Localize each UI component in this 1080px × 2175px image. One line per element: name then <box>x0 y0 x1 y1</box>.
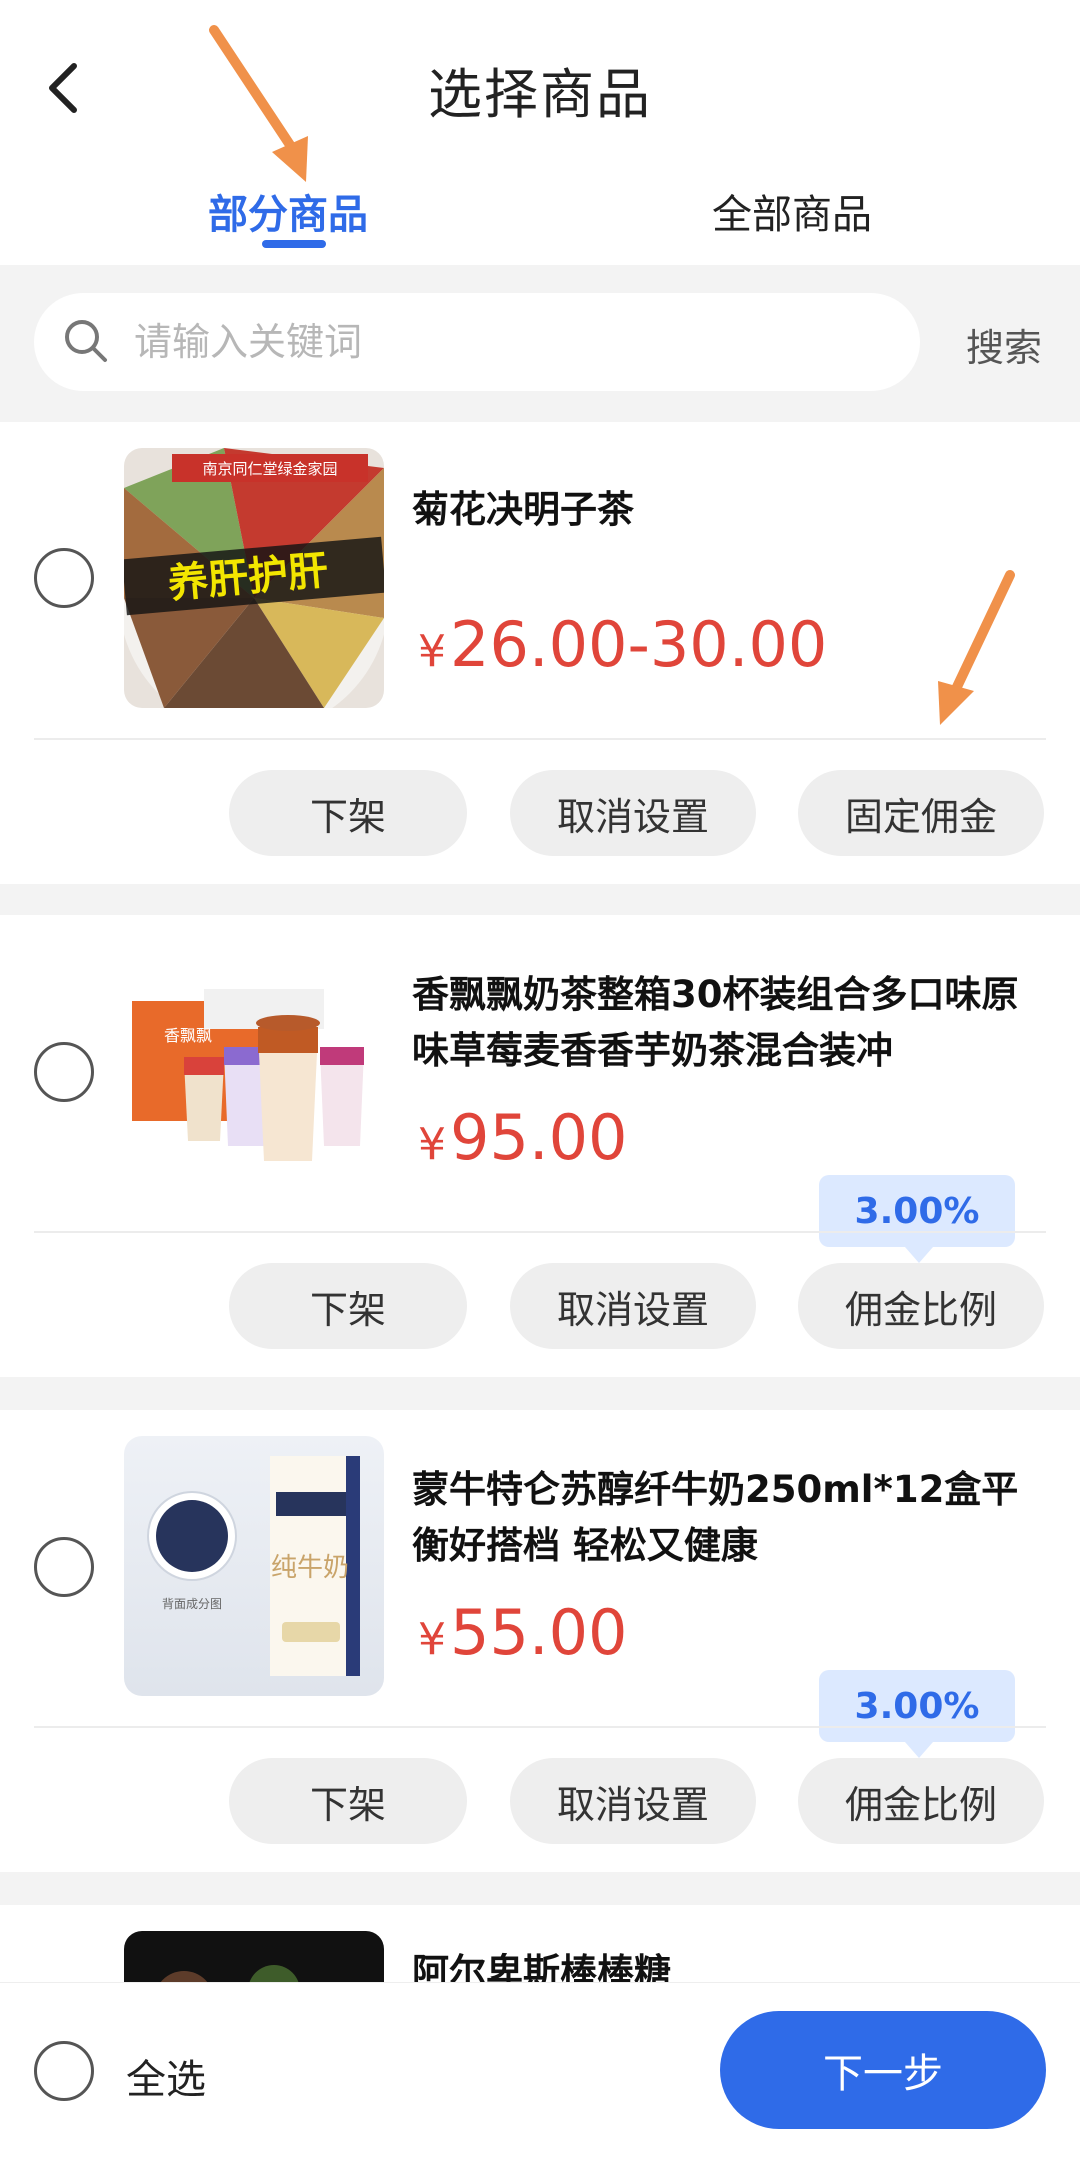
product-image: 南京同仁堂绿金家园 养肝护肝 <box>124 448 384 708</box>
product-image: 背面成分图 纯牛奶 <box>124 1436 384 1696</box>
select-products-page: 选择商品 部分商品 全部商品 搜索 <box>0 0 1080 2175</box>
search-icon <box>65 320 107 362</box>
product-name: 香飘飘奶茶整箱30杯装组合多口味原味草莓麦香香芋奶茶混合装冲 <box>412 973 1019 1072</box>
product-checkbox[interactable] <box>34 1537 94 1597</box>
tab-active-indicator <box>262 240 326 248</box>
delist-button[interactable]: 下架 <box>229 1758 467 1844</box>
next-step-button[interactable]: 下一步 <box>720 2011 1046 2129</box>
divider <box>34 1726 1046 1728</box>
select-all-label[interactable]: 全选 <box>126 2047 206 2105</box>
thumb-label-text: 背面成分图 <box>162 1597 222 1611</box>
product-card: 背面成分图 纯牛奶 蒙牛特仑苏醇纤牛奶250ml*12盒平衡好搭档 轻松又健康 … <box>0 1410 1080 1872</box>
thumb-pack-text: 纯牛奶 <box>271 1553 349 1583</box>
product-name: 菊花决明子茶 <box>412 488 634 531</box>
search-box[interactable] <box>34 293 920 391</box>
tab-all-products[interactable]: 全部商品 <box>712 182 872 240</box>
divider <box>34 738 1046 740</box>
commission-rate-tooltip: 3.00% <box>819 1670 1015 1758</box>
commission-ratio-button[interactable]: 佣金比例 <box>798 1758 1044 1844</box>
fixed-commission-button[interactable]: 固定佣金 <box>798 770 1044 856</box>
search-bar: 搜索 <box>0 265 1080 422</box>
select-all-checkbox[interactable] <box>34 2041 94 2101</box>
thumb-top-text: 南京同仁堂绿金家园 <box>202 460 337 478</box>
cancel-setting-button[interactable]: 取消设置 <box>510 770 756 856</box>
search-button[interactable]: 搜索 <box>966 317 1042 372</box>
cancel-setting-button[interactable]: 取消设置 <box>510 1263 756 1349</box>
cancel-setting-button[interactable]: 取消设置 <box>510 1758 756 1844</box>
delist-button[interactable]: 下架 <box>229 770 467 856</box>
search-input[interactable] <box>134 293 894 391</box>
divider <box>34 1231 1046 1233</box>
page-title: 选择商品 <box>428 63 652 126</box>
product-price: ¥55.00 <box>418 1596 628 1669</box>
bottom-bar: 全选 下一步 <box>0 1982 1080 2175</box>
commission-ratio-button[interactable]: 佣金比例 <box>798 1263 1044 1349</box>
product-checkbox[interactable] <box>34 548 94 608</box>
product-card: 香飘飘 香飘飘奶茶整箱30杯装组合多口味原味草莓麦香香芋奶茶混合装冲 ¥95.0… <box>0 915 1080 1377</box>
product-card: 南京同仁堂绿金家园 养肝护肝 菊花决明子茶 ¥26.00-30.00 下架 取消… <box>0 422 1080 884</box>
header: 选择商品 部分商品 全部商品 <box>0 0 1080 265</box>
thumb-brand-text: 香飘飘 <box>164 1026 212 1045</box>
product-name: 蒙牛特仑苏醇纤牛奶250ml*12盒平衡好搭档 轻松又健康 <box>412 1468 1019 1567</box>
commission-rate-tooltip: 3.00% <box>819 1175 1015 1263</box>
product-price: ¥95.00 <box>418 1101 628 1174</box>
product-checkbox[interactable] <box>34 1042 94 1102</box>
product-image: 香飘飘 <box>124 941 384 1201</box>
product-price: ¥26.00-30.00 <box>418 608 828 681</box>
delist-button[interactable]: 下架 <box>229 1263 467 1349</box>
tab-partial-products[interactable]: 部分商品 <box>208 182 368 240</box>
